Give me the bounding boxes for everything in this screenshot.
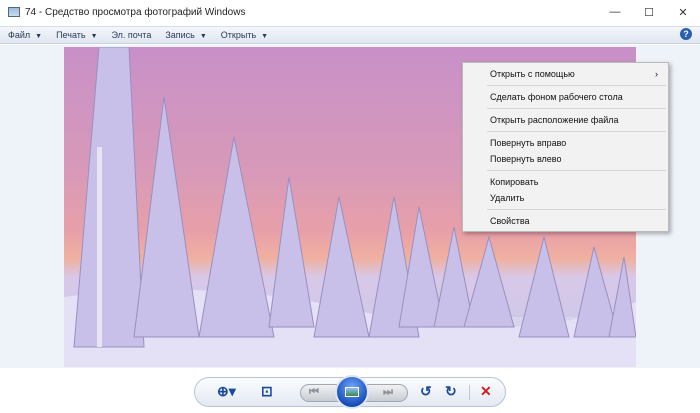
ctx-rotate-right[interactable]: Повернуть вправо bbox=[463, 135, 668, 151]
menu-print[interactable]: Печать ▼ bbox=[56, 30, 97, 40]
window-title: 74 - Средство просмотра фотографий Windo… bbox=[25, 6, 246, 18]
separator bbox=[487, 209, 666, 210]
ctx-open-file-location[interactable]: Открыть расположение файла bbox=[463, 112, 668, 128]
ctx-copy[interactable]: Копировать bbox=[463, 174, 668, 190]
title-bar: 74 - Средство просмотра фотографий Windo… bbox=[0, 0, 700, 24]
menu-label: Файл bbox=[8, 30, 31, 40]
menu-label: Эл. почта bbox=[111, 30, 152, 40]
menu-label: Печать bbox=[56, 30, 86, 40]
separator bbox=[487, 131, 666, 132]
menu-burn[interactable]: Запись ▼ bbox=[165, 30, 206, 40]
menu-open[interactable]: Открыть ▼ bbox=[221, 30, 268, 40]
context-menu: Открыть с помощью › Сделать фоном рабочег… bbox=[462, 62, 669, 232]
menu-bar: Файл ▼ Печать ▼ Эл. почта Запись ▼ Открыть ▼ bbox=[0, 26, 700, 44]
chevron-right-icon: › bbox=[655, 69, 658, 79]
ctx-rotate-left[interactable]: Повернуть влево bbox=[463, 151, 668, 167]
separator bbox=[487, 108, 666, 109]
chevron-down-icon: ▼ bbox=[199, 33, 207, 40]
ctx-properties[interactable]: Свойства bbox=[463, 213, 668, 229]
slideshow-button[interactable] bbox=[335, 375, 369, 409]
menu-label: Запись bbox=[165, 30, 195, 40]
slideshow-icon bbox=[345, 387, 359, 397]
maximize-button[interactable]: ☐ bbox=[632, 0, 666, 24]
ctx-open-with[interactable]: Открыть с помощью › bbox=[463, 66, 668, 82]
menu-label: Открыть bbox=[220, 30, 257, 40]
separator bbox=[487, 170, 666, 171]
actual-size-icon[interactable]: ⊡ bbox=[261, 383, 273, 400]
help-icon[interactable]: ? bbox=[680, 28, 692, 40]
app-icon bbox=[8, 7, 20, 17]
zoom-icon[interactable]: ⊕▾ bbox=[217, 383, 236, 400]
close-button[interactable]: ✕ bbox=[666, 0, 700, 24]
rotate-right-icon[interactable]: ↻ bbox=[445, 383, 457, 400]
menu-email[interactable]: Эл. почта bbox=[112, 30, 152, 40]
ctx-set-desktop-background[interactable]: Сделать фоном рабочего стола bbox=[463, 89, 668, 105]
previous-icon[interactable]: ⏮ bbox=[309, 386, 319, 399]
menu-file[interactable]: Файл ▼ bbox=[8, 30, 42, 40]
ctx-label: Открыть с помощью bbox=[490, 69, 575, 79]
separator bbox=[487, 85, 666, 86]
chevron-down-icon: ▼ bbox=[90, 33, 98, 40]
rotate-left-icon[interactable]: ↺ bbox=[420, 383, 432, 400]
minimize-button[interactable]: — bbox=[598, 0, 632, 24]
next-icon[interactable]: ⏭ bbox=[383, 386, 393, 399]
ctx-delete[interactable]: Удалить bbox=[463, 190, 668, 206]
bottom-toolbar: ⊕▾ ⊡ ⏮ ⏭ ↺ ↻ ✕ bbox=[194, 375, 506, 409]
chevron-down-icon: ▼ bbox=[261, 33, 269, 40]
toolbar-divider bbox=[469, 385, 470, 400]
delete-icon[interactable]: ✕ bbox=[480, 383, 492, 400]
chevron-down-icon: ▼ bbox=[35, 33, 43, 40]
